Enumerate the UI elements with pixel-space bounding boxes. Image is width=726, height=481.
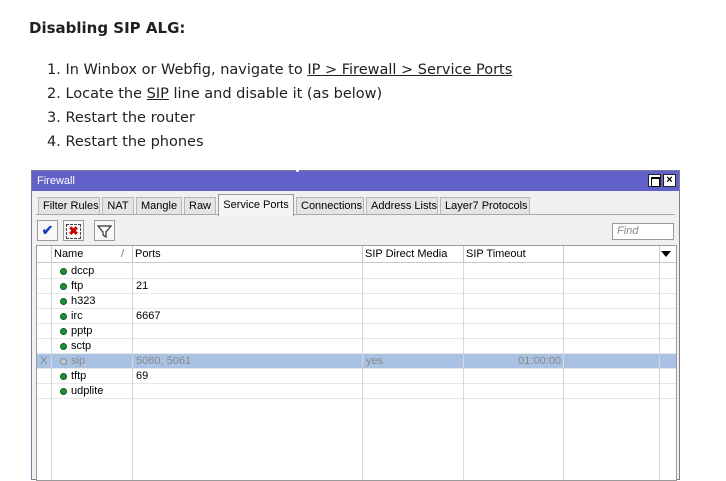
cell-ports: 5060, 5061 xyxy=(136,355,192,367)
row-flag: X xyxy=(40,355,48,367)
column-divider xyxy=(563,263,564,480)
step-text: Restart the router xyxy=(65,110,195,126)
column-divider xyxy=(132,263,133,480)
status-dot-icon xyxy=(60,313,67,320)
x-icon: ✖ xyxy=(66,224,81,239)
column-header-sip-timeout[interactable]: SIP Timeout xyxy=(466,248,526,260)
status-dot-icon xyxy=(60,328,67,335)
instruction-steps: 1. In Winbox or Webfig, navigate to IP >… xyxy=(47,58,512,154)
header-separator xyxy=(51,246,52,263)
header-separator xyxy=(659,246,660,263)
column-header-ports[interactable]: Ports xyxy=(135,248,161,260)
maximize-icon[interactable] xyxy=(648,174,661,187)
status-dot-icon xyxy=(60,283,67,290)
step-number: 2. xyxy=(47,86,61,102)
column-divider xyxy=(659,263,660,480)
filter-icon xyxy=(96,225,113,239)
cell-name: h323 xyxy=(71,295,96,307)
cell-ports: 69 xyxy=(136,370,149,382)
filter-button[interactable] xyxy=(94,220,115,241)
step-number: 4. xyxy=(47,134,61,150)
window-titlebar[interactable]: Firewall × xyxy=(32,169,679,191)
firewall-window: Firewall × Filter Rules NAT Mangle Raw S… xyxy=(31,169,680,481)
status-dot-icon xyxy=(60,268,67,275)
tab-address-lists[interactable]: Address Lists xyxy=(366,197,438,215)
close-icon[interactable]: × xyxy=(663,174,676,187)
step-1: 1. In Winbox or Webfig, navigate to IP >… xyxy=(47,58,512,82)
tab-mangle[interactable]: Mangle xyxy=(136,197,182,215)
window-title: Firewall xyxy=(37,175,75,187)
sort-indicator: / xyxy=(121,248,125,260)
status-dot-icon xyxy=(60,358,67,365)
cell-sip-timeout: 01:00:00 xyxy=(518,355,561,367)
status-dot-icon xyxy=(60,343,67,350)
tab-filter-rules[interactable]: Filter Rules xyxy=(38,197,100,215)
step-link-sip[interactable]: SIP xyxy=(147,86,169,102)
cell-ports: 6667 xyxy=(136,310,161,322)
step-number: 1. xyxy=(47,62,61,78)
find-input[interactable]: Find xyxy=(612,223,674,240)
cell-name: sip xyxy=(71,355,86,367)
cell-name: pptp xyxy=(71,325,93,337)
column-header-sip-direct-media[interactable]: SIP Direct Media xyxy=(365,248,447,260)
titlebar-dot xyxy=(296,169,299,172)
cell-name: sctp xyxy=(71,340,92,352)
cell-name: irc xyxy=(71,310,83,322)
status-dot-icon xyxy=(60,388,67,395)
cell-name: udplite xyxy=(71,385,104,397)
cell-name: tftp xyxy=(71,370,87,382)
disable-button[interactable]: ✖ xyxy=(63,220,84,241)
checkmark-icon: ✔ xyxy=(41,222,54,238)
tab-layer7-protocols[interactable]: Layer7 Protocols xyxy=(440,197,530,215)
tab-connections[interactable]: Connections xyxy=(296,197,364,215)
step-text: In Winbox or Webfig, navigate to xyxy=(65,62,308,78)
column-divider xyxy=(463,263,464,480)
tab-service-ports[interactable]: Service Ports xyxy=(218,194,294,216)
step-text-post: line and disable it (as below) xyxy=(168,86,383,102)
step-2: 2. Locate the SIP line and disable it (a… xyxy=(47,82,512,106)
tab-nat[interactable]: NAT xyxy=(102,197,134,215)
header-separator xyxy=(463,246,464,263)
step-text: Locate the xyxy=(65,86,147,102)
column-chooser-icon[interactable] xyxy=(661,251,671,257)
table-header: Name / Ports SIP Direct Media SIP Timeou… xyxy=(37,246,676,263)
step-4: 4. Restart the phones xyxy=(47,130,512,154)
service-ports-table: Name / Ports SIP Direct Media SIP Timeou… xyxy=(36,245,677,481)
tab-divider xyxy=(36,214,675,215)
column-divider xyxy=(51,263,52,480)
step-number: 3. xyxy=(47,110,61,126)
step-3: 3. Restart the router xyxy=(47,106,512,130)
column-header-name[interactable]: Name xyxy=(54,248,83,260)
cell-name: dccp xyxy=(71,265,95,277)
page-title: Disabling SIP ALG: xyxy=(29,19,186,37)
step-text: Restart the phones xyxy=(65,134,204,150)
cell-ports: 21 xyxy=(136,280,149,292)
tab-raw[interactable]: Raw xyxy=(184,197,216,215)
header-separator xyxy=(132,246,133,263)
header-separator xyxy=(362,246,363,263)
header-separator xyxy=(563,246,564,263)
enable-button[interactable]: ✔ xyxy=(37,220,58,241)
cell-sip-direct-media: yes xyxy=(366,355,384,367)
status-dot-icon xyxy=(60,373,67,380)
step-link-ip-firewall-service-ports[interactable]: IP > Firewall > Service Ports xyxy=(307,62,512,78)
status-dot-icon xyxy=(60,298,67,305)
column-divider xyxy=(362,263,363,480)
cell-name: ftp xyxy=(71,280,84,292)
